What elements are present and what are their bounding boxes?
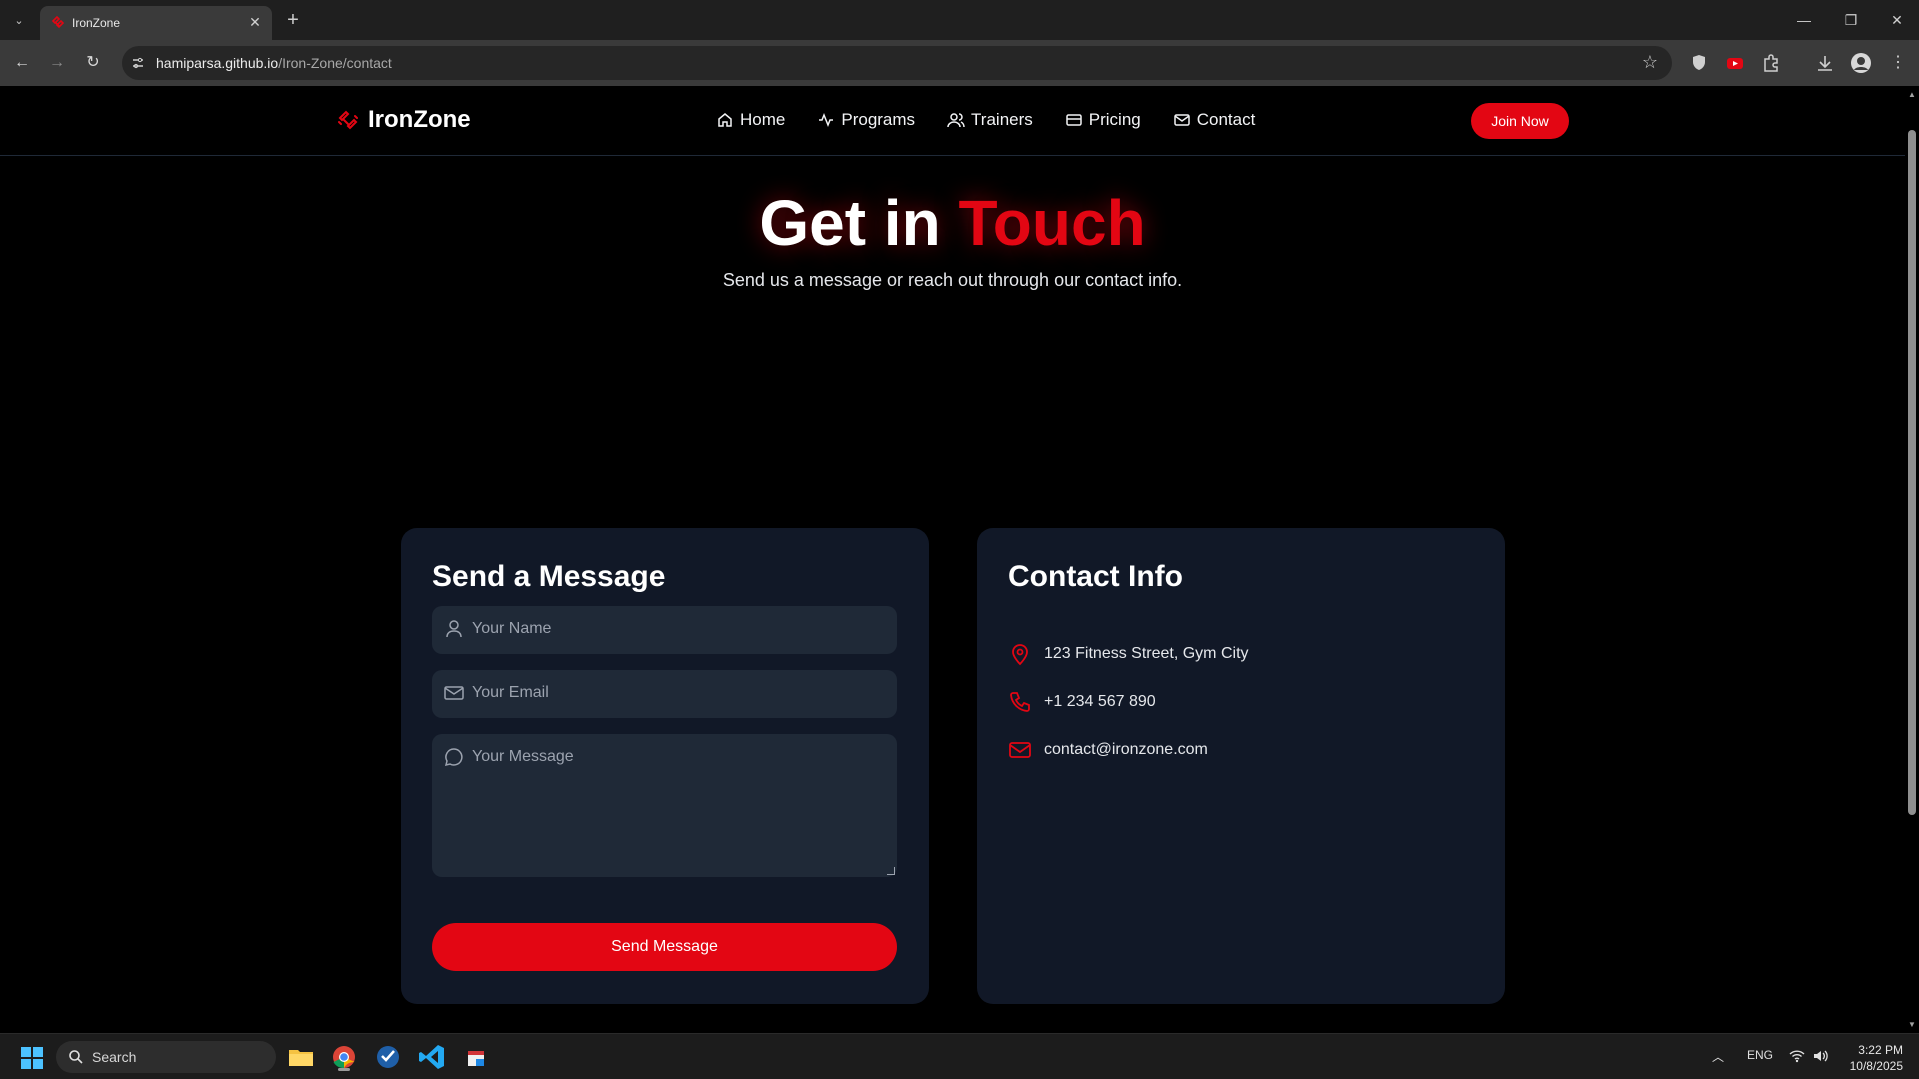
home-icon <box>718 113 732 127</box>
clock-time: 3:22 PM <box>1858 1043 1903 1057</box>
nav-home-label: Home <box>740 110 786 129</box>
phone-text: +1 234 567 890 <box>1044 693 1156 710</box>
url-path: /Iron-Zone/contact <box>278 55 392 71</box>
brand-name: IronZone <box>368 106 471 133</box>
scrollbar-thumb[interactable] <box>1908 130 1916 815</box>
reload-button[interactable]: ↻ <box>81 51 105 75</box>
file-explorer-icon[interactable] <box>285 1041 317 1073</box>
nav-programs-label: Programs <box>841 110 916 129</box>
address-row: 123 Fitness Street, Gym City <box>1008 642 1249 666</box>
page-title: Get in Touch <box>0 186 1905 260</box>
minimize-button[interactable]: — <box>1789 8 1819 32</box>
join-now-button[interactable]: Join Now <box>1471 103 1569 139</box>
contact-info-title: Contact Info <box>1008 560 1183 593</box>
url-text: hamiparsa.github.io/Iron-Zone/contact <box>156 55 392 71</box>
name-placeholder: Your Name <box>472 620 552 637</box>
downloads-icon[interactable] <box>1814 52 1836 74</box>
message-textarea[interactable]: Your Message <box>432 734 897 877</box>
system-clock[interactable]: 3:22 PM 10/8/2025 <box>1843 1042 1903 1074</box>
windows-taskbar: Search ︿ ENG 3:22 PM 10/8/2025 <box>0 1033 1919 1079</box>
clock-date: 10/8/2025 <box>1849 1059 1903 1073</box>
tab-title: IronZone <box>72 16 121 30</box>
email-text[interactable]: contact@ironzone.com <box>1044 741 1208 759</box>
new-tab-button[interactable]: + <box>282 10 304 32</box>
phone-icon <box>1010 692 1030 712</box>
site-header: IronZone Home Programs Trainers Pricing … <box>0 86 1905 156</box>
page-subtitle: Send us a message or reach out through o… <box>722 270 1183 290</box>
nav-trainers-label: Trainers <box>971 110 1033 129</box>
mail-icon <box>1173 114 1190 126</box>
taskbar-search[interactable]: Search <box>56 1041 276 1073</box>
volume-icon[interactable] <box>1812 1048 1828 1064</box>
nav-contact[interactable]: Contact <box>1173 110 1256 130</box>
url-host: hamiparsa.github.io <box>156 55 279 71</box>
dumbbell-icon <box>338 110 358 130</box>
message-bubble-icon <box>444 748 463 767</box>
nav-home[interactable]: Home <box>716 110 785 130</box>
tab-search-button[interactable]: ⌄ <box>6 8 32 32</box>
back-button[interactable]: ← <box>10 51 34 75</box>
nav-pricing-label: Pricing <box>1088 110 1141 129</box>
nav-contact-label: Contact <box>1196 110 1256 129</box>
email-row: contact@ironzone.com <box>1008 738 1208 762</box>
windows-start-icon[interactable] <box>20 1046 44 1070</box>
shield-extension-icon[interactable] <box>1688 52 1710 74</box>
site-info-icon[interactable] <box>130 55 146 71</box>
users-icon <box>947 113 965 128</box>
profile-avatar-icon[interactable] <box>1850 52 1872 74</box>
tab-close-icon[interactable]: ✕ <box>246 13 264 31</box>
message-form-card: Send a Message Your Name Your Email Your… <box>401 528 929 1004</box>
extensions-puzzle-icon[interactable] <box>1760 52 1782 74</box>
active-tab[interactable]: IronZone ✕ <box>40 6 272 40</box>
scroll-up-arrow-icon[interactable]: ▲ <box>1908 90 1916 99</box>
search-icon <box>69 1050 83 1064</box>
address-bar[interactable]: hamiparsa.github.io/Iron-Zone/contact ☆ <box>122 46 1672 80</box>
page-content: IronZone Home Programs Trainers Pricing … <box>0 86 1905 1033</box>
message-placeholder: Your Message <box>472 748 574 765</box>
chrome-taskbar-app[interactable] <box>328 1041 360 1073</box>
credit-card-icon <box>1066 114 1082 126</box>
email-placeholder: Your Email <box>472 684 549 701</box>
calendar-app-icon[interactable] <box>460 1041 492 1073</box>
map-pin-icon <box>1012 644 1028 666</box>
form-title: Send a Message <box>432 560 666 593</box>
bookmark-star-icon[interactable]: ☆ <box>1642 52 1658 73</box>
email-input[interactable]: Your Email <box>432 670 897 718</box>
language-indicator[interactable]: ENG <box>1747 1048 1773 1062</box>
user-icon <box>446 620 462 638</box>
address-text: 123 Fitness Street, Gym City <box>1044 645 1249 662</box>
dumbbell-favicon-icon <box>51 15 65 29</box>
scroll-down-arrow-icon[interactable]: ▼ <box>1908 1020 1916 1029</box>
restore-button[interactable]: ❐ <box>1836 8 1866 32</box>
textarea-resize-handle[interactable] <box>887 867 895 875</box>
mail-icon <box>1009 742 1031 758</box>
active-app-indicator <box>338 1068 350 1071</box>
wifi-icon[interactable] <box>1789 1048 1805 1064</box>
brand-logo[interactable]: IronZone <box>336 106 471 134</box>
send-message-button[interactable]: Send Message <box>432 923 897 971</box>
nav-trainers[interactable]: Trainers <box>947 110 1033 130</box>
title-accent: Touch <box>958 187 1146 259</box>
nav-pricing[interactable]: Pricing <box>1065 110 1141 130</box>
activity-icon <box>819 112 834 128</box>
close-window-button[interactable]: ✕ <box>1882 8 1912 32</box>
contact-info-card: Contact Info 123 Fitness Street, Gym Cit… <box>977 528 1505 1004</box>
main-nav: Home Programs Trainers Pricing Contact <box>716 110 1255 130</box>
title-part1: Get in <box>759 187 941 259</box>
vscodium-blue-app-icon[interactable] <box>372 1041 404 1073</box>
phone-row: +1 234 567 890 <box>1008 690 1156 714</box>
search-label: Search <box>92 1049 137 1065</box>
name-input[interactable]: Your Name <box>432 606 897 654</box>
browser-tab-strip: ⌄ IronZone ✕ + — ❐ ✕ <box>0 0 1919 40</box>
show-hidden-icons-chevron-icon[interactable]: ︿ <box>1712 1048 1724 1065</box>
nav-programs[interactable]: Programs <box>817 110 915 130</box>
envelope-icon <box>444 686 464 700</box>
vscode-icon[interactable] <box>416 1041 448 1073</box>
browser-toolbar: ← → ↻ hamiparsa.github.io/Iron-Zone/cont… <box>0 40 1919 86</box>
forward-button[interactable]: → <box>45 51 69 75</box>
browser-menu-icon[interactable]: ⋮ <box>1886 51 1910 75</box>
youtube-extension-icon[interactable] <box>1724 52 1746 74</box>
